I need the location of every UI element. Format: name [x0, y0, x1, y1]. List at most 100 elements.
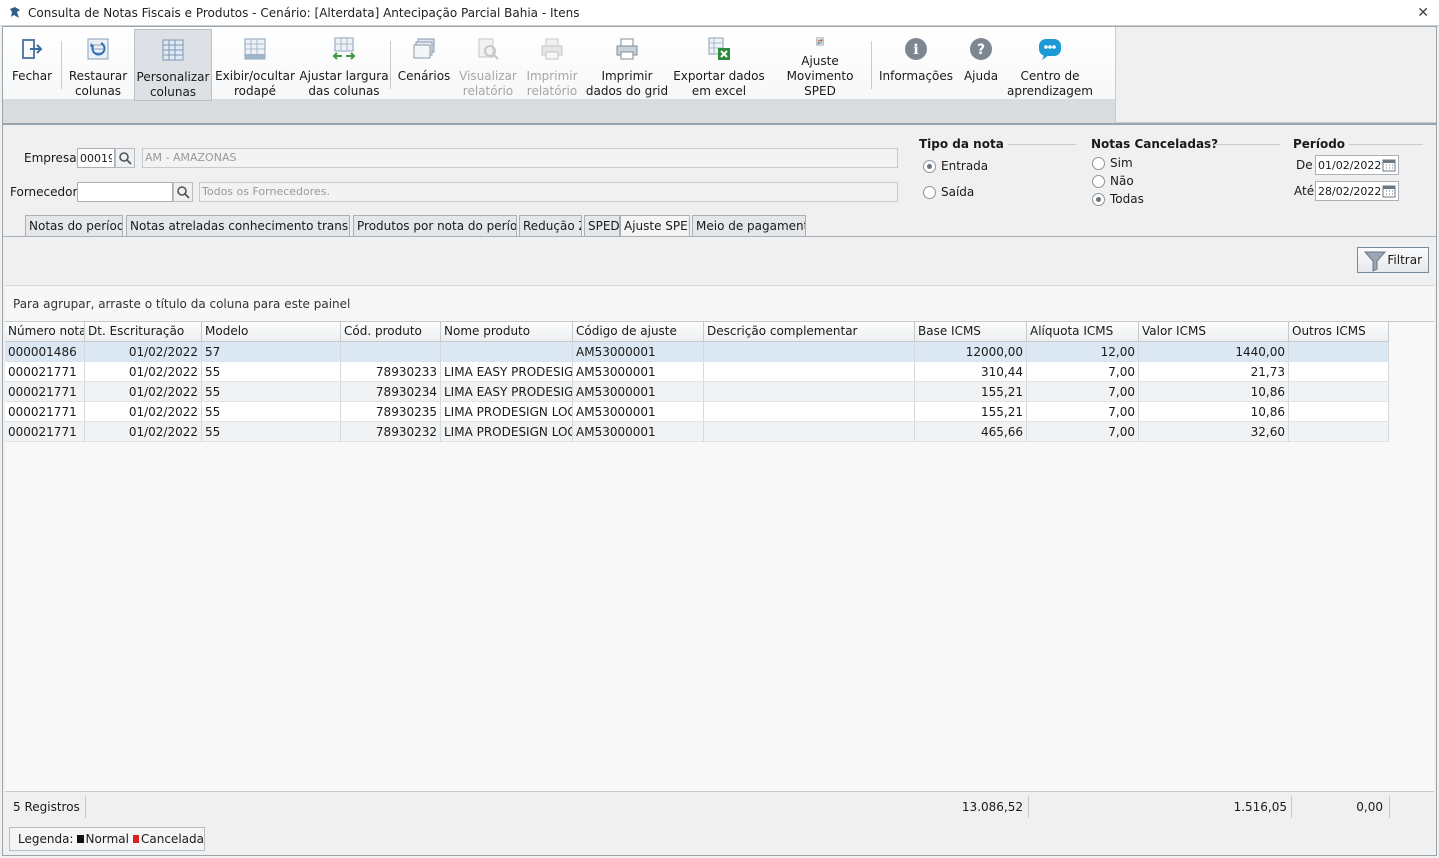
- header-col-numero-nota[interactable]: Número nota: [5, 322, 85, 342]
- radio-cancel-todas[interactable]: Todas: [1092, 192, 1144, 206]
- de-label: De: [1296, 158, 1313, 172]
- printer-disabled-icon: [541, 38, 563, 60]
- fornecedor-code-input[interactable]: [77, 182, 173, 202]
- imprimir-dados-grid-button[interactable]: Imprimir dados do grid: [585, 27, 669, 99]
- table-row[interactable]: 000021771 01/02/2022 55 78930235 LIMA PRODES…: [5, 402, 1389, 422]
- cell-base-icms: 155,21: [915, 382, 1027, 402]
- empresa-code-input[interactable]: [77, 148, 115, 168]
- record-count: 5 Registros: [13, 800, 80, 814]
- header-col-descricao-complementar[interactable]: Descrição complementar: [704, 322, 915, 342]
- cell-codigo-ajuste: AM53000001: [573, 362, 704, 382]
- header-col-codigo-ajuste[interactable]: Código de ajuste: [573, 322, 704, 342]
- radio-cancel-nao[interactable]: Não: [1092, 174, 1134, 188]
- title-bar: Consulta de Notas Fiscais e Produtos - C…: [0, 0, 1439, 26]
- restore-columns-icon: [87, 38, 109, 60]
- tab-notas-periodo[interactable]: Notas do período: [25, 215, 123, 237]
- empresa-search-button[interactable]: [115, 148, 135, 168]
- sped-adjust-icon: [816, 37, 824, 46]
- cenarios-button[interactable]: Cenários: [391, 27, 457, 99]
- personalizar-colunas-button[interactable]: Personalizar colunas: [134, 29, 212, 101]
- fechar-button[interactable]: Fechar: [3, 27, 61, 99]
- svg-text:?: ?: [977, 42, 985, 58]
- info-icon: i: [905, 38, 927, 60]
- data-grid: Número nota Dt. Escrituração Modelo Cód. pr…: [5, 321, 1434, 791]
- filtrar-button[interactable]: Filtrar: [1357, 247, 1429, 273]
- visualizar-relatorio-button[interactable]: Visualizar relatório: [457, 27, 519, 99]
- search-icon: [119, 152, 132, 165]
- cell-modelo: 55: [202, 362, 341, 382]
- filter-toolbar: Filtrar: [3, 237, 1436, 285]
- tab-ajuste-sped[interactable]: Ajuste SPED: [620, 215, 690, 238]
- calendar-icon: [1382, 159, 1396, 172]
- tab-notas-atreladas[interactable]: Notas atreladas conhecimento transporte: [126, 215, 350, 237]
- tab-reducao-z[interactable]: Redução Z: [519, 215, 582, 237]
- header-col-nome-produto[interactable]: Nome produto: [441, 322, 573, 342]
- close-window-button[interactable]: ✕: [1417, 5, 1429, 21]
- app-icon: [10, 6, 20, 18]
- ajuste-movimento-sped-button[interactable]: Ajuste Movimento SPED: [769, 27, 871, 99]
- cell-numero-nota: 000021771: [5, 382, 85, 402]
- header-col-cod-produto[interactable]: Cód. produto: [341, 322, 441, 342]
- radio-entrada[interactable]: Entrada: [923, 159, 988, 173]
- table-row[interactable]: 000021771 01/02/2022 55 78930232 LIMA PRODES…: [5, 422, 1389, 442]
- cell-aliquota-icms: 7,00: [1027, 382, 1139, 402]
- notas-canceladas-title: Notas Canceladas?: [1091, 137, 1219, 151]
- cell-valor-icms: 1440,00: [1139, 342, 1289, 362]
- fornecedor-search-button[interactable]: [173, 182, 193, 202]
- group-by-panel[interactable]: Para agrupar, arraste o título da coluna…: [5, 285, 1434, 321]
- cell-outros-icms: [1289, 382, 1389, 402]
- cell-descricao-complementar: [704, 382, 915, 402]
- header-col-dt-escrituracao[interactable]: Dt. Escrituração: [85, 322, 202, 342]
- legend-label: Legenda:: [18, 832, 74, 846]
- date-from-calendar-button[interactable]: [1380, 156, 1398, 174]
- tab-produtos-nota[interactable]: Produtos por nota do período: [353, 215, 517, 237]
- cell-modelo: 55: [202, 382, 341, 402]
- radio-saida[interactable]: Saída: [923, 185, 974, 199]
- total-base-icms: 13.086,52: [961, 800, 1023, 814]
- table-row[interactable]: 000021771 01/02/2022 55 78930234 LIMA EASY P…: [5, 382, 1389, 402]
- date-to-calendar-button[interactable]: [1380, 182, 1398, 200]
- tab-meio-pagamento[interactable]: Meio de pagamento: [692, 215, 806, 237]
- cell-numero-nota: 000001486: [5, 342, 85, 362]
- cell-descricao-complementar: [704, 362, 915, 382]
- exibir-ocultar-rodape-button[interactable]: Exibir/ocultar rodapé: [212, 27, 298, 99]
- cell-codigo-ajuste: AM53000001: [573, 342, 704, 362]
- header-col-aliquota-icms[interactable]: Alíquota ICMS: [1027, 322, 1139, 342]
- main-window: Fechar Restaurar colunas Personalizar co…: [2, 26, 1437, 856]
- cell-dt-escrituracao: 01/02/2022: [85, 362, 202, 382]
- fornecedor-label: Fornecedor:: [10, 185, 82, 199]
- informacoes-button[interactable]: i Informações: [872, 27, 960, 99]
- table-row[interactable]: 000021771 01/02/2022 55 78930233 LIMA EASY P…: [5, 362, 1389, 382]
- radio-dot: [923, 159, 936, 173]
- ajuda-button[interactable]: ? Ajuda: [960, 27, 1002, 99]
- cell-aliquota-icms: 12,00: [1027, 342, 1139, 362]
- chat-bubble-icon: [1039, 39, 1061, 60]
- tab-sped[interactable]: SPED: [584, 215, 620, 237]
- ajustar-largura-button[interactable]: Ajustar largura das colunas: [298, 27, 390, 99]
- excel-export-icon: [708, 37, 730, 60]
- header-col-valor-icms[interactable]: Valor ICMS: [1139, 322, 1289, 342]
- cell-outros-icms: [1289, 422, 1389, 442]
- cell-aliquota-icms: 7,00: [1027, 422, 1139, 442]
- radio-cancel-sim[interactable]: Sim: [1092, 156, 1133, 170]
- adjust-width-icon: [332, 37, 356, 60]
- search-icon: [177, 186, 190, 199]
- header-col-base-icms[interactable]: Base ICMS: [915, 322, 1027, 342]
- table-row[interactable]: 000001486 01/02/2022 57 AM53000001 12000,00 1…: [5, 342, 1389, 362]
- total-outros-icms: 0,00: [1356, 800, 1383, 814]
- imprimir-relatorio-button[interactable]: Imprimir relatório: [519, 27, 585, 99]
- restaurar-colunas-button[interactable]: Restaurar colunas: [62, 27, 134, 99]
- legend-cancelada-swatch: [132, 835, 139, 843]
- radio-dot: [1092, 174, 1105, 188]
- exit-icon: [22, 39, 43, 59]
- header-col-modelo[interactable]: Modelo: [202, 322, 341, 342]
- grid-footer: 5 Registros 13.086,52 1.516,05 0,00: [5, 791, 1434, 821]
- centro-aprendizagem-button[interactable]: Centro de aprendizagem: [1002, 27, 1098, 99]
- radio-dot: [1092, 156, 1105, 170]
- periodo-title: Período: [1293, 137, 1346, 151]
- exportar-excel-button[interactable]: Exportar dados em excel: [669, 27, 769, 99]
- header-col-outros-icms[interactable]: Outros ICMS: [1289, 322, 1389, 342]
- cell-valor-icms: 10,86: [1139, 402, 1289, 422]
- cell-aliquota-icms: 7,00: [1027, 362, 1139, 382]
- cell-codigo-ajuste: AM53000001: [573, 422, 704, 442]
